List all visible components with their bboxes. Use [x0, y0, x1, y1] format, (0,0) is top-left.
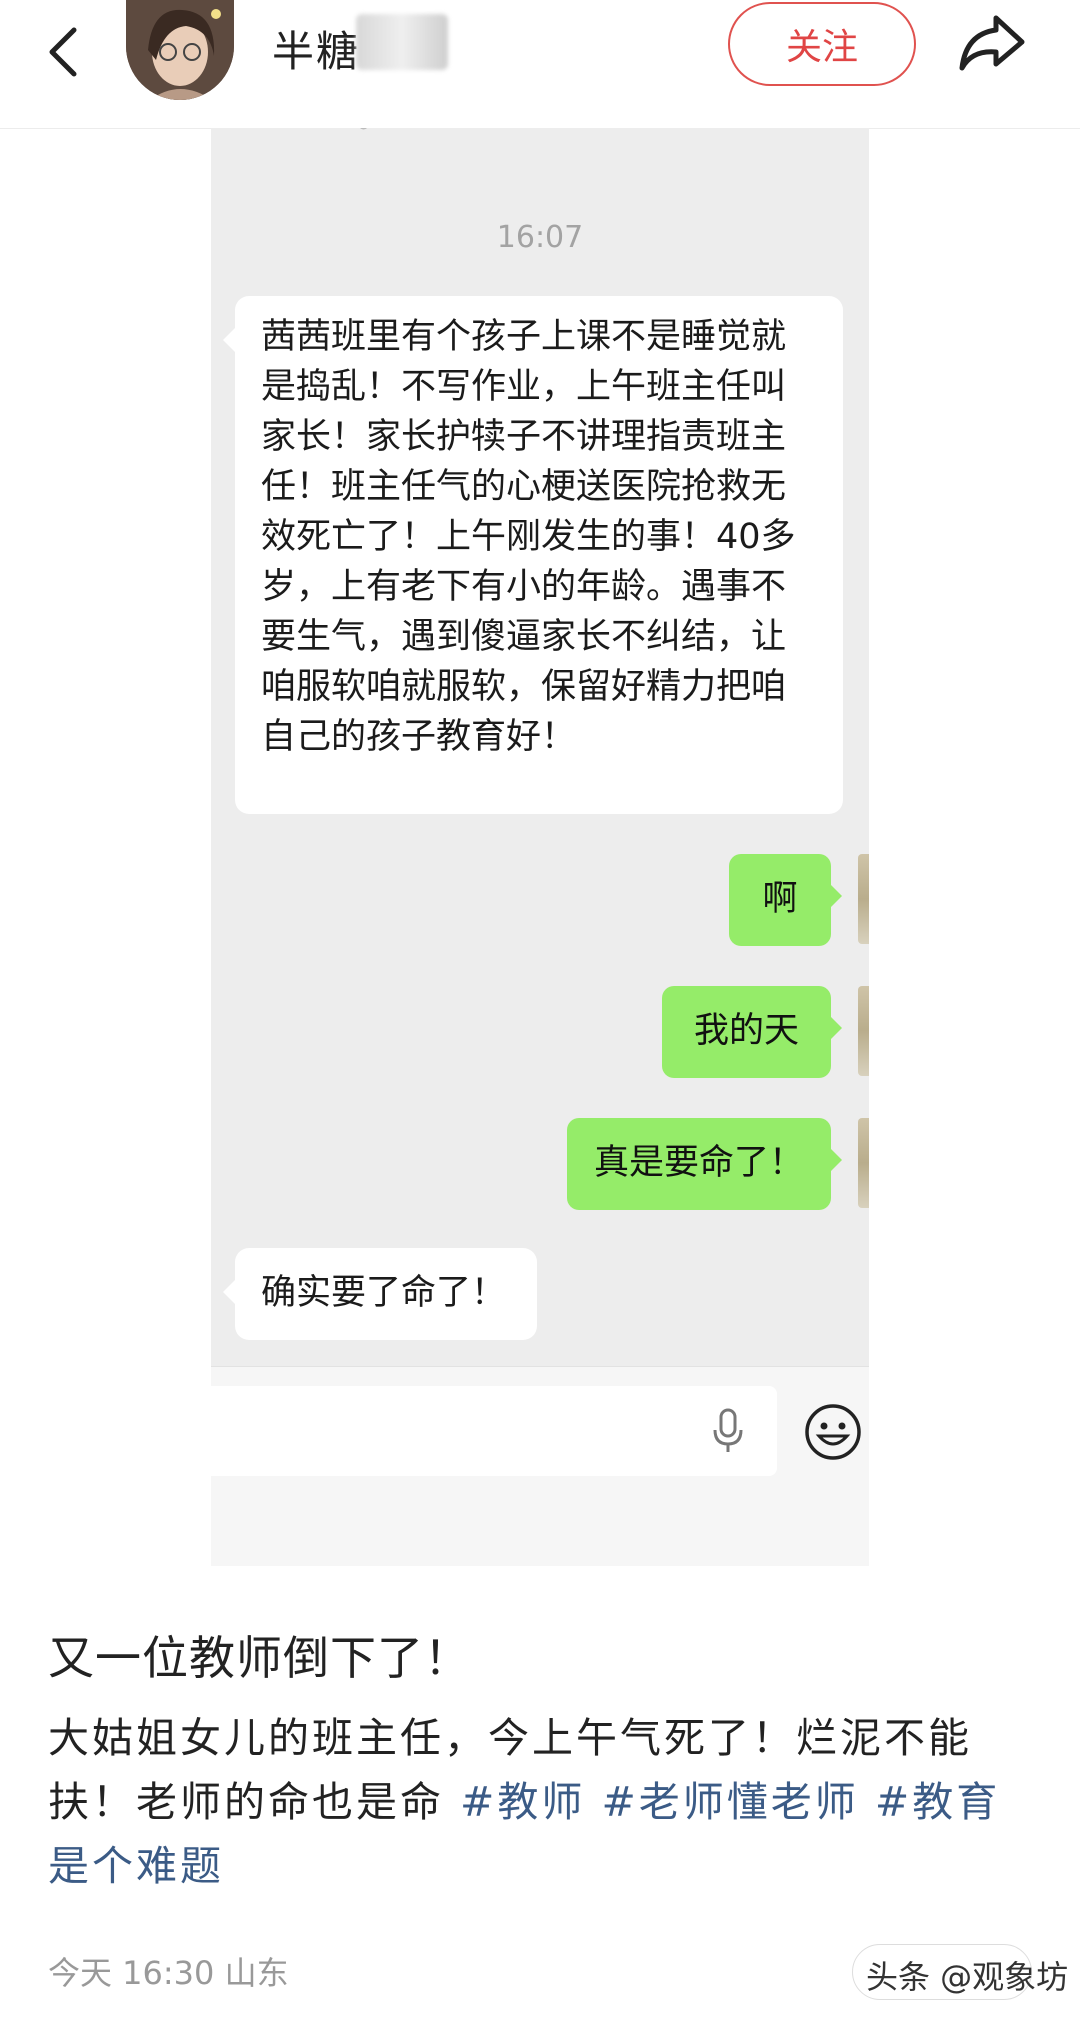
- chat-screenshot-image[interactable]: 16:07 茜茜班里有个孩子上课不是睡觉就是捣乱！不写作业，上午班主任叫家长！家…: [211, 128, 869, 1566]
- follow-button[interactable]: 关注: [728, 2, 916, 86]
- source-watermark: 头条 @观象坊: [866, 1958, 1069, 1996]
- partial-icon: [360, 128, 368, 130]
- chat-bubble-right: 真是要命了！: [567, 1118, 842, 1210]
- chat-bubble-right: 啊: [729, 854, 842, 946]
- self-avatar: [858, 854, 869, 944]
- chat-timestamp: 16:07: [496, 220, 584, 255]
- share-icon[interactable]: [956, 10, 1028, 74]
- emoji-icon: [805, 1404, 861, 1460]
- chat-bubble-left: 茜茜班里有个孩子上课不是睡觉就是捣乱！不写作业，上午班主任叫家长！家长护犊子不讲…: [223, 296, 843, 814]
- post-header: 半糖 关注: [0, 0, 1080, 129]
- post-meta: 今天 16:30 山东: [48, 1954, 289, 1992]
- post-body: 大姑姐女儿的班主任，今上午气死了！烂泥不能扶！老师的命也是命 #教师 #老师懂老…: [48, 1706, 1038, 1898]
- author-avatar[interactable]: [126, 0, 234, 100]
- chat-bubble-right: 我的天: [662, 986, 842, 1078]
- back-arrow-icon[interactable]: [38, 22, 98, 82]
- chat-input-field: [211, 1386, 777, 1476]
- chat-bubble-left: 确实要了命了！: [223, 1248, 537, 1340]
- hashtag-link[interactable]: #老师懂老师: [601, 1778, 858, 1826]
- self-avatar: [858, 1118, 869, 1208]
- hashtag-link[interactable]: #教师: [460, 1778, 585, 1826]
- author-name[interactable]: 半糖: [272, 18, 360, 79]
- self-avatar: [858, 986, 869, 1076]
- microphone-icon: [713, 1408, 743, 1452]
- author-name-mosaic: [356, 14, 448, 70]
- post-title: 又一位教师倒下了！: [48, 1631, 471, 1685]
